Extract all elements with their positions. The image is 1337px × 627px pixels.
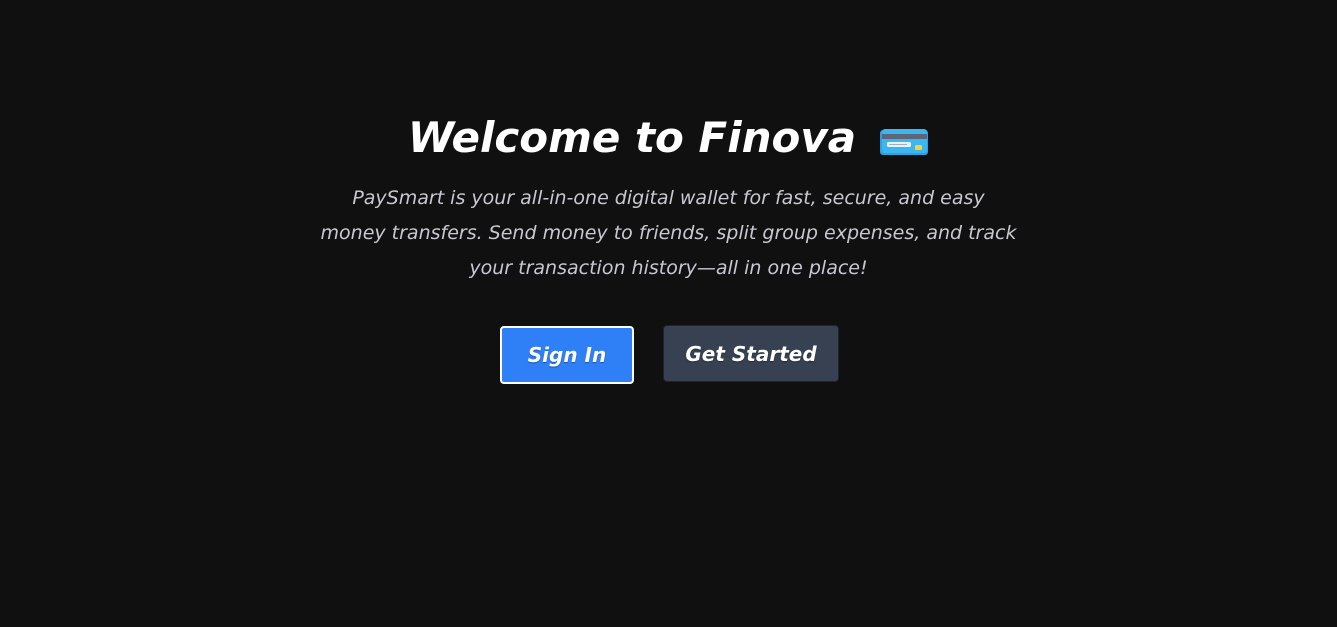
landing-hero: Welcome to Finova PaySmart is your all-i… (0, 0, 1337, 627)
page-title: Welcome to Finova (407, 113, 857, 162)
sign-in-button[interactable]: Sign In (500, 326, 634, 384)
app-description: PaySmart is your all-in-one digital wall… (320, 187, 1017, 279)
credit-card-icon (879, 127, 929, 157)
title-row: Welcome to Finova (0, 108, 1337, 168)
get-started-button[interactable]: Get Started (663, 325, 839, 382)
